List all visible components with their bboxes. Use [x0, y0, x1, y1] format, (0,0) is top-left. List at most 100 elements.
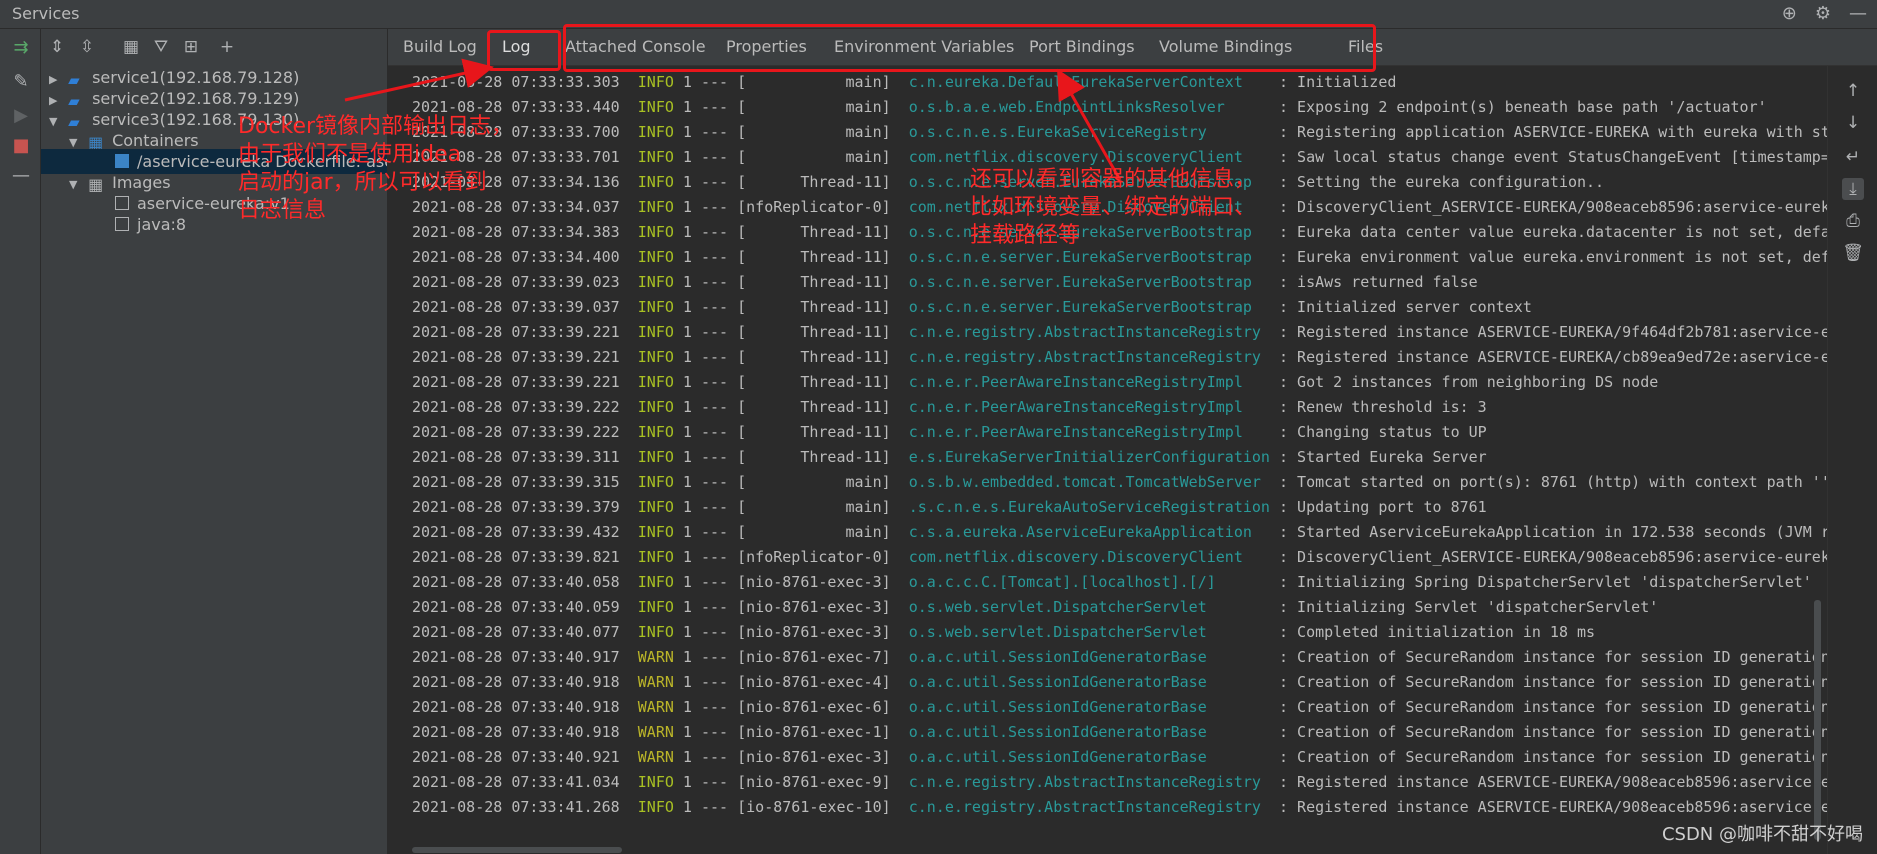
log-date: 2021-08-28 07:33:40.059: [412, 598, 620, 616]
filter-icon[interactable]: ⛛: [149, 35, 173, 59]
log-date: 2021-08-28 07:33:39.311: [412, 448, 620, 466]
log-thread: 1 --- [ main]: [673, 98, 891, 116]
log-line: 2021-08-28 07:33:40.917 WARN 1 --- [nio-…: [412, 645, 1827, 670]
log-line: 2021-08-28 07:33:39.222 INFO 1 --- [ Thr…: [412, 420, 1487, 445]
log-message: : Initializing Spring DispatcherServlet …: [1269, 573, 1812, 591]
log-thread: 1 --- [nio-8761-exec-7]: [673, 648, 891, 666]
log-logger: o.s.c.n.e.s.EurekaServiceRegistry: [908, 123, 1270, 141]
collapse-icon[interactable]: —: [10, 165, 32, 187]
log-message: : Eureka data center value eureka.datace…: [1269, 223, 1827, 241]
log-thread: 1 --- [nio-8761-exec-3]: [673, 623, 891, 641]
down-arrow-icon[interactable]: ↓: [1842, 112, 1864, 134]
tree-toolbar: ⇕ ⇳ ▦ ⛛ ⊞ +: [41, 29, 387, 65]
log-message: : isAws returned false: [1269, 273, 1478, 291]
print-icon[interactable]: ⎙: [1842, 210, 1864, 232]
log-logger: o.a.c.util.SessionIdGeneratorBase: [908, 723, 1270, 741]
trash-icon[interactable]: 🗑: [1842, 242, 1864, 264]
log-level: INFO: [637, 223, 674, 241]
log-level: INFO: [637, 323, 674, 341]
log-level: INFO: [637, 548, 674, 566]
annotation-line: 还可以看到容器的其他信息，: [970, 167, 1257, 192]
log-message: : Creation of SecureRandom instance for …: [1269, 648, 1827, 666]
log-thread: 1 --- [ main]: [673, 473, 891, 491]
tabs-highlight: [563, 24, 1376, 72]
log-line: 2021-08-28 07:33:39.379 INFO 1 --- [ mai…: [412, 495, 1487, 520]
gear-icon[interactable]: ⚙: [1815, 3, 1831, 24]
scroll-to-end-icon[interactable]: ⤓: [1842, 178, 1864, 200]
log-line: 2021-08-28 07:33:40.059 INFO 1 --- [nio-…: [412, 595, 1658, 620]
docker-icon: ▰: [68, 113, 80, 131]
log-message: : Started AserviceEurekaApplication in 1…: [1269, 523, 1827, 541]
log-line: 2021-08-28 07:33:41.268 INFO 1 --- [io-8…: [412, 795, 1827, 820]
tab-build-log[interactable]: Build Log: [403, 29, 477, 65]
log-message: : Registered instance ASERVICE-EUREKA/90…: [1269, 798, 1827, 816]
log-thread: 1 --- [ Thread-11]: [673, 223, 891, 241]
log-line: 2021-08-28 07:33:41.034 INFO 1 --- [nio-…: [412, 770, 1827, 795]
log-level: INFO: [637, 98, 674, 116]
log-line: 2021-08-28 07:33:39.023 INFO 1 --- [ Thr…: [412, 270, 1478, 295]
log-message: : Updating port to 8761: [1269, 498, 1487, 516]
deploy-icon[interactable]: ⇉: [10, 37, 32, 59]
log-message: : Creation of SecureRandom instance for …: [1269, 673, 1827, 691]
log-message: : Initializing Servlet 'dispatcherServle…: [1269, 598, 1659, 616]
log-logger: o.s.b.w.embedded.tomcat.TomcatWebServer: [908, 473, 1270, 491]
vertical-scrollbar[interactable]: [1814, 600, 1821, 840]
add-icon[interactable]: +: [215, 35, 239, 59]
log-date: 2021-08-28 07:33:33.303: [412, 73, 620, 91]
log-message: : Registered instance ASERVICE-EUREKA/9f…: [1269, 323, 1827, 341]
collapse-all-icon[interactable]: ⇳: [75, 35, 99, 59]
log-date: 2021-08-28 07:33:41.034: [412, 773, 620, 791]
log-message: : Eureka environment value eureka.enviro…: [1269, 248, 1827, 266]
annotation-line: 比如环境变量、绑定的端口、: [970, 195, 1257, 220]
up-arrow-icon[interactable]: ↑: [1842, 80, 1864, 102]
docker-icon: ▰: [68, 92, 80, 110]
log-date: 2021-08-28 07:33:39.222: [412, 423, 620, 441]
log-line: 2021-08-28 07:33:40.918 WARN 1 --- [nio-…: [412, 695, 1827, 720]
log-thread: 1 --- [nio-8761-exec-6]: [673, 698, 891, 716]
annotation-line: Docker镜像内部输出日志，: [238, 114, 514, 139]
new-group-icon[interactable]: ⊞: [179, 35, 203, 59]
stop-icon[interactable]: ■: [10, 135, 32, 157]
containers-grid-icon: ▦: [88, 133, 104, 152]
run-icon[interactable]: ▶: [10, 105, 32, 127]
console-side-toolbar: ↑ ↓ ↵ ⤓ ⎙ 🗑: [1827, 66, 1877, 854]
collapse-arrow-icon[interactable]: ▼: [69, 172, 83, 197]
log-date: 2021-08-28 07:33:39.821: [412, 548, 620, 566]
log-line: 2021-08-28 07:33:39.315 INFO 1 --- [ mai…: [412, 470, 1827, 495]
log-thread: 1 --- [ Thread-11]: [673, 298, 891, 316]
group-icon[interactable]: ▦: [119, 35, 143, 59]
log-line: 2021-08-28 07:33:39.037 INFO 1 --- [ Thr…: [412, 295, 1532, 320]
container-icon: [115, 154, 129, 168]
log-level: INFO: [637, 773, 674, 791]
log-logger: o.a.c.util.SessionIdGeneratorBase: [908, 748, 1270, 766]
log-message: : Registered instance ASERVICE-EUREKA/90…: [1269, 773, 1827, 791]
horizontal-scrollbar[interactable]: [412, 847, 622, 853]
log-level: WARN: [637, 698, 674, 716]
log-message: : Setting the eureka configuration..: [1269, 173, 1605, 191]
log-thread: 1 --- [ Thread-11]: [673, 173, 891, 191]
log-message: : Completed initialization in 18 ms: [1269, 623, 1596, 641]
log-level: INFO: [637, 173, 674, 191]
log-thread: 1 --- [ Thread-11]: [673, 448, 891, 466]
collapse-arrow-icon[interactable]: ▼: [49, 109, 63, 134]
expand-all-icon[interactable]: ⇕: [45, 35, 69, 59]
crosshair-icon[interactable]: ⊕: [1782, 3, 1797, 24]
log-date: 2021-08-28 07:33:40.917: [412, 648, 620, 666]
log-logger: o.a.c.c.C.[Tomcat].[localhost].[/]: [908, 573, 1270, 591]
log-date: 2021-08-28 07:33:39.432: [412, 523, 620, 541]
edit-icon[interactable]: ✎: [10, 71, 32, 93]
log-message: : Started Eureka Server: [1269, 448, 1487, 466]
log-thread: 1 --- [ main]: [673, 73, 891, 91]
images-grid-icon: ▦: [88, 175, 104, 194]
tree-item-label: java:8: [137, 215, 187, 234]
log-level: INFO: [637, 398, 674, 416]
annotation-right: 还可以看到容器的其他信息， 比如环境变量、绑定的端口、 挂载路径等: [970, 166, 1256, 250]
log-level: WARN: [637, 723, 674, 741]
log-thread: 1 --- [ Thread-11]: [673, 348, 891, 366]
minimize-icon[interactable]: —: [1849, 3, 1867, 24]
log-level: INFO: [637, 348, 674, 366]
log-level: WARN: [637, 748, 674, 766]
log-message: : Saw local status change event StatusCh…: [1269, 148, 1827, 166]
soft-wrap-icon[interactable]: ↵: [1842, 146, 1864, 168]
tree-item-image-java[interactable]: java:8: [115, 212, 186, 237]
